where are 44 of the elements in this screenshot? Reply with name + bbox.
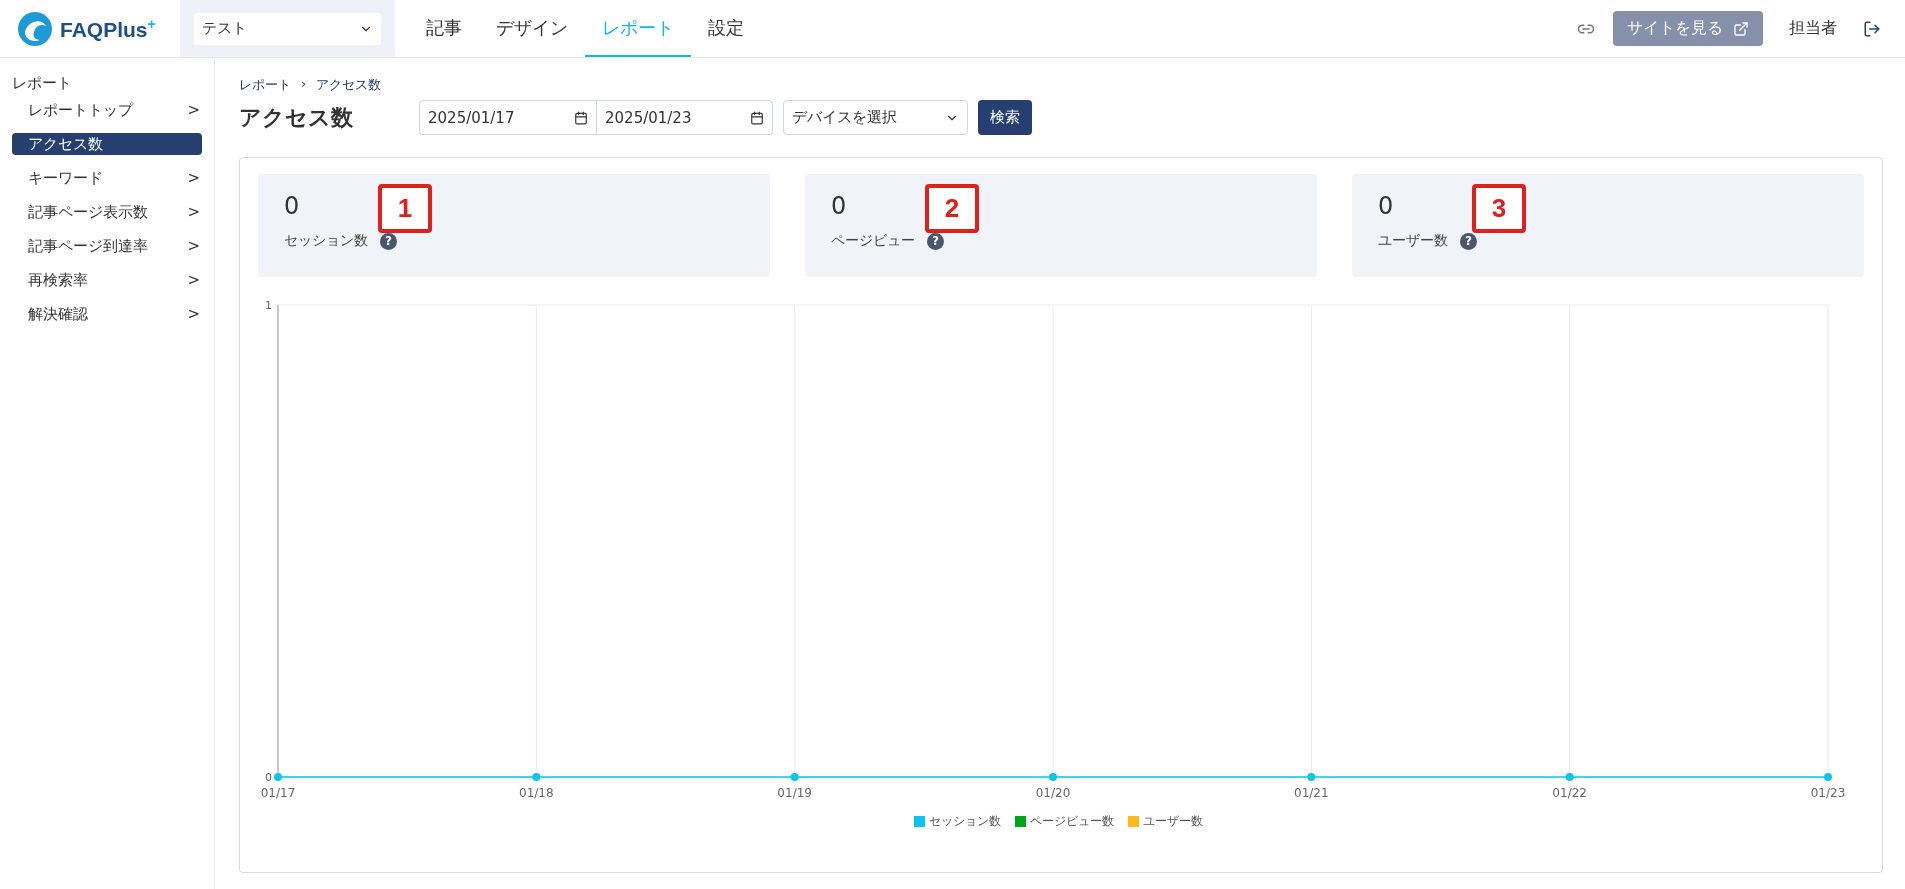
stat-value: 0	[1378, 192, 1394, 220]
stat-label: ユーザー数	[1378, 232, 1448, 250]
legend-label: ページビュー数	[1029, 813, 1114, 830]
annotation-marker: 1	[378, 184, 432, 233]
external-link-icon	[1733, 20, 1749, 37]
stat-value: 0	[831, 192, 847, 220]
stat-label: ページビュー	[831, 232, 915, 250]
nav-tab[interactable]: 記事	[409, 0, 479, 57]
y-axis-label: 1	[265, 299, 272, 312]
breadcrumb-current: アクセス数	[316, 76, 382, 94]
x-axis-label: 01/18	[519, 786, 554, 800]
x-axis-label: 01/19	[777, 786, 812, 800]
nav-tab[interactable]: デザイン	[479, 0, 585, 57]
x-axis-label: 01/21	[1294, 786, 1329, 800]
site-select[interactable]: テスト	[194, 12, 381, 45]
x-axis-label: 01/23	[1810, 786, 1846, 800]
sidebar-section-title: レポート	[12, 74, 73, 93]
search-button[interactable]: 検索	[978, 100, 1032, 135]
annotation-marker: 3	[1472, 184, 1526, 233]
page-title: アクセス数	[239, 103, 354, 132]
logo-text: FAQPlus$^{+}$	[60, 15, 156, 42]
breadcrumb-link[interactable]: レポート	[239, 76, 291, 94]
user-name[interactable]: 担当者	[1789, 18, 1837, 39]
x-axis-label: 01/20	[1035, 786, 1071, 800]
breadcrumb-separator: ›	[301, 76, 307, 93]
help-icon[interactable]: ?	[1460, 232, 1477, 250]
logout-icon[interactable]	[1863, 19, 1881, 38]
stat-label: セッション数	[284, 232, 368, 250]
y-axis-label: 0	[265, 771, 272, 784]
stat-value: 0	[284, 192, 300, 220]
sidebar-item[interactable]: 記事ページ表示数 >	[12, 195, 202, 229]
sidebar-item[interactable]: キーワード >	[12, 161, 202, 195]
x-axis-label: 01/22	[1552, 786, 1587, 800]
legend-label: ユーザー数	[1142, 813, 1203, 830]
x-axis-label: 01/17	[260, 786, 296, 800]
sidebar-item[interactable]: 再検索率 >	[12, 263, 202, 297]
legend-label: セッション数	[928, 813, 1001, 830]
nav-tab[interactable]: 設定	[691, 0, 761, 57]
sidebar-item[interactable]: レポートトップ >	[12, 93, 202, 127]
sidebar-item[interactable]: 解決確認 >	[12, 297, 202, 331]
annotation-marker: 2	[925, 184, 979, 233]
device-select[interactable]: デバイスを選択	[783, 100, 968, 135]
sidebar-item[interactable]: 記事ページ到達率 >	[12, 229, 202, 263]
sidebar-item[interactable]: アクセス数	[12, 133, 202, 155]
